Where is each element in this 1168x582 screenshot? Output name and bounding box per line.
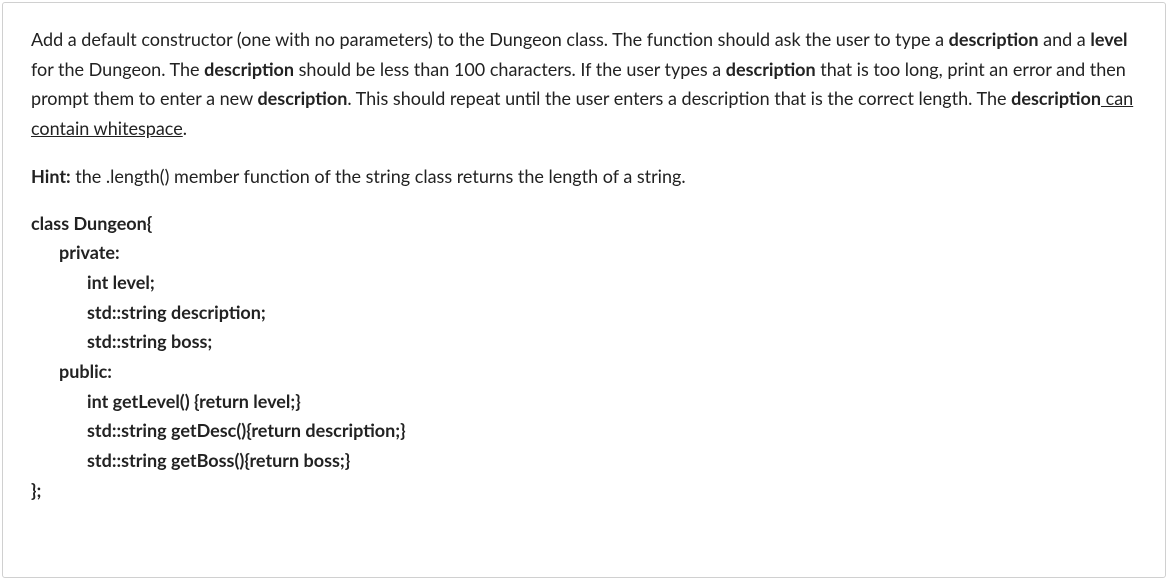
- code-line-10: };: [31, 476, 1137, 506]
- code-line-9: std::string getBoss(){return boss;}: [31, 446, 1137, 476]
- text-segment: . This should repeat until the user ente…: [347, 87, 1011, 109]
- question-paragraph: Add a default constructor (one with no p…: [31, 25, 1137, 144]
- text-segment: .: [183, 117, 187, 139]
- code-line-7: int getLevel() {return level;}: [31, 387, 1137, 417]
- text-segment: and a: [1039, 28, 1091, 50]
- question-container: Add a default constructor (one with no p…: [2, 2, 1166, 578]
- code-line-8: std::string getDesc(){return description…: [31, 416, 1137, 446]
- code-line-4: std::string description;: [31, 298, 1137, 328]
- bold-description-5: description: [1011, 87, 1101, 109]
- bold-level: level: [1090, 28, 1127, 50]
- hint-label: Hint:: [31, 165, 71, 187]
- bold-description-2: description: [204, 58, 294, 80]
- text-segment: should be less than 100 characters. If t…: [294, 58, 726, 80]
- bold-description-3: description: [726, 58, 816, 80]
- code-line-6: public:: [31, 357, 1137, 387]
- code-line-2: private:: [31, 238, 1137, 268]
- bold-description-4: description: [257, 87, 347, 109]
- hint-paragraph: Hint: the .length() member function of t…: [31, 162, 1137, 191]
- bold-description-1: description: [949, 28, 1039, 50]
- code-line-3: int level;: [31, 268, 1137, 298]
- text-segment: Add a default constructor (one with no p…: [31, 28, 949, 50]
- code-block: class Dungeon{ private: int level; std::…: [31, 209, 1137, 506]
- code-line-1: class Dungeon{: [31, 209, 1137, 239]
- code-line-5: std::string boss;: [31, 327, 1137, 357]
- hint-text: the .length() member function of the str…: [71, 165, 686, 187]
- text-segment: for the Dungeon. The: [31, 58, 204, 80]
